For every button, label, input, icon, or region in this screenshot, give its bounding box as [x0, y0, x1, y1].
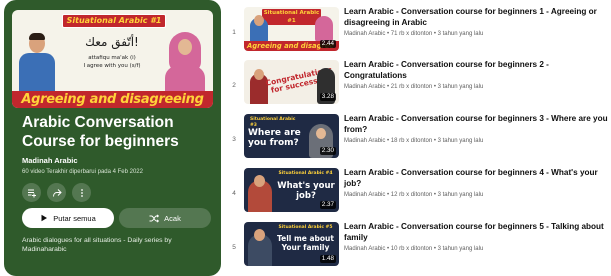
thumbnail-header: Situational Arabic #5: [278, 225, 333, 230]
video-meta: Madinah Arabic • 18 rb x ditonton • 3 ta…: [344, 138, 484, 144]
video-list-item[interactable]: 2 Congratulations for success 3.28 Learn…: [228, 60, 608, 110]
playlist-title: Arabic Conversation Course for beginners: [22, 114, 179, 150]
video-list-item[interactable]: 1 Situational Arabic #1 Agreeing and dis…: [228, 7, 608, 57]
shuffle-label: Acak: [164, 213, 181, 223]
video-thumbnail[interactable]: Situational Arabic #3 Where are you from…: [244, 114, 339, 158]
channel-name[interactable]: Madinah Arabic: [22, 156, 78, 165]
thumbnail-header: Situational Arabic #4: [278, 171, 333, 176]
video-count: 60 video: [22, 169, 45, 175]
shuffle-button[interactable]: Acak: [119, 208, 211, 228]
video-thumbnail[interactable]: Congratulations for success 3.28: [244, 60, 339, 104]
thumbnail-man-head: [254, 15, 264, 26]
thumbnail-man-head: [254, 229, 265, 241]
video-duration: 1.48: [319, 255, 336, 263]
play-all-label: Putar semua: [53, 213, 96, 223]
video-duration: 2.44: [319, 40, 336, 48]
share-icon: [52, 188, 62, 197]
video-list-item[interactable]: 5 Situational Arabic #5 Tell me about Yo…: [228, 222, 608, 272]
video-title[interactable]: Learn Arabic - Conversation course for b…: [344, 222, 608, 243]
video-thumbnail[interactable]: Situational Arabic #5 Tell me about Your…: [244, 222, 339, 266]
more-options-button[interactable]: [72, 183, 91, 202]
thumbnail-man-head: [254, 175, 265, 187]
video-title[interactable]: Learn Arabic - Conversation course for b…: [344, 7, 608, 28]
shuffle-icon: [149, 213, 160, 223]
video-index: 5: [232, 244, 236, 251]
video-index: 4: [232, 190, 236, 197]
thumbnail-woman: [165, 32, 205, 92]
video-index: 2: [232, 82, 236, 89]
video-meta: Madinah Arabic • 71 rb x ditonton • 3 ta…: [344, 31, 484, 37]
playlist-description: Arabic dialogues for all situations - Da…: [22, 237, 172, 253]
share-button[interactable]: [47, 183, 66, 202]
thumbnail-caption: Congratulations for success: [264, 64, 333, 95]
video-list-item[interactable]: 4 Situational Arabic #4 What's your job?…: [228, 168, 608, 218]
thumbnail-arabic-phrase: أتّفق معك!: [85, 35, 139, 49]
playlist-updated: Terakhir diperbarui pada 4 Feb 2022: [46, 169, 143, 175]
playlist-panel: Situational Arabic #1 أتّفق معك! attafiq…: [4, 0, 221, 276]
thumbnail-header: Situational Arabic #1: [62, 14, 166, 28]
video-list-item[interactable]: 3 Situational Arabic #3 Where are you fr…: [228, 114, 608, 164]
thumbnail-translation: I agree with you (s/f): [83, 63, 141, 69]
thumbnail-caption: Tell me about Your family: [277, 234, 334, 252]
thumbnail-banner: Agreeing and disagreeing: [12, 91, 213, 108]
thumbnail-man-head: [254, 69, 264, 80]
thumbnail-woman: [315, 16, 333, 42]
thumbnail-caption: What's your job?: [277, 181, 335, 201]
thumbnail-caption: Where are you from?: [248, 128, 301, 148]
video-title[interactable]: Learn Arabic - Conversation course for b…: [344, 60, 608, 81]
video-index: 1: [232, 29, 236, 36]
video-duration: 3.28: [319, 93, 336, 101]
video-duration: 2.37: [319, 201, 336, 209]
play-all-button[interactable]: Putar semua: [22, 208, 114, 228]
video-thumbnail[interactable]: Situational Arabic #4 What's your job? 2…: [244, 168, 339, 212]
video-title[interactable]: Learn Arabic - Conversation course for b…: [344, 114, 608, 135]
thumbnail-man: [18, 33, 56, 93]
video-index: 3: [232, 136, 236, 143]
video-meta: Madinah Arabic • 12 rb x ditonton • 3 ta…: [344, 192, 484, 198]
add-to-queue-icon: [27, 189, 36, 197]
video-title[interactable]: Learn Arabic - Conversation course for b…: [344, 168, 608, 189]
playlist-meta: 60 video Terakhir diperbarui pada 4 Feb …: [22, 169, 143, 175]
save-playlist-button[interactable]: [22, 183, 41, 202]
more-vert-icon: [80, 188, 83, 197]
play-icon: [41, 214, 48, 222]
video-meta: Madinah Arabic • 10 rb x ditonton • 3 ta…: [344, 246, 484, 252]
video-duration: 2.30: [319, 147, 336, 155]
video-meta: Madinah Arabic • 21 rb x ditonton • 3 ta…: [344, 84, 484, 90]
video-thumbnail[interactable]: Situational Arabic #1 Agreeing and disag…: [244, 7, 339, 51]
thumbnail-transliteration: attafiqu ma'ak (i): [88, 55, 136, 61]
thumbnail-header: Situational Arabic #1: [262, 9, 321, 25]
playlist-thumbnail[interactable]: Situational Arabic #1 أتّفق معك! attafiq…: [12, 10, 213, 108]
thumbnail-woman-face: [316, 128, 326, 139]
